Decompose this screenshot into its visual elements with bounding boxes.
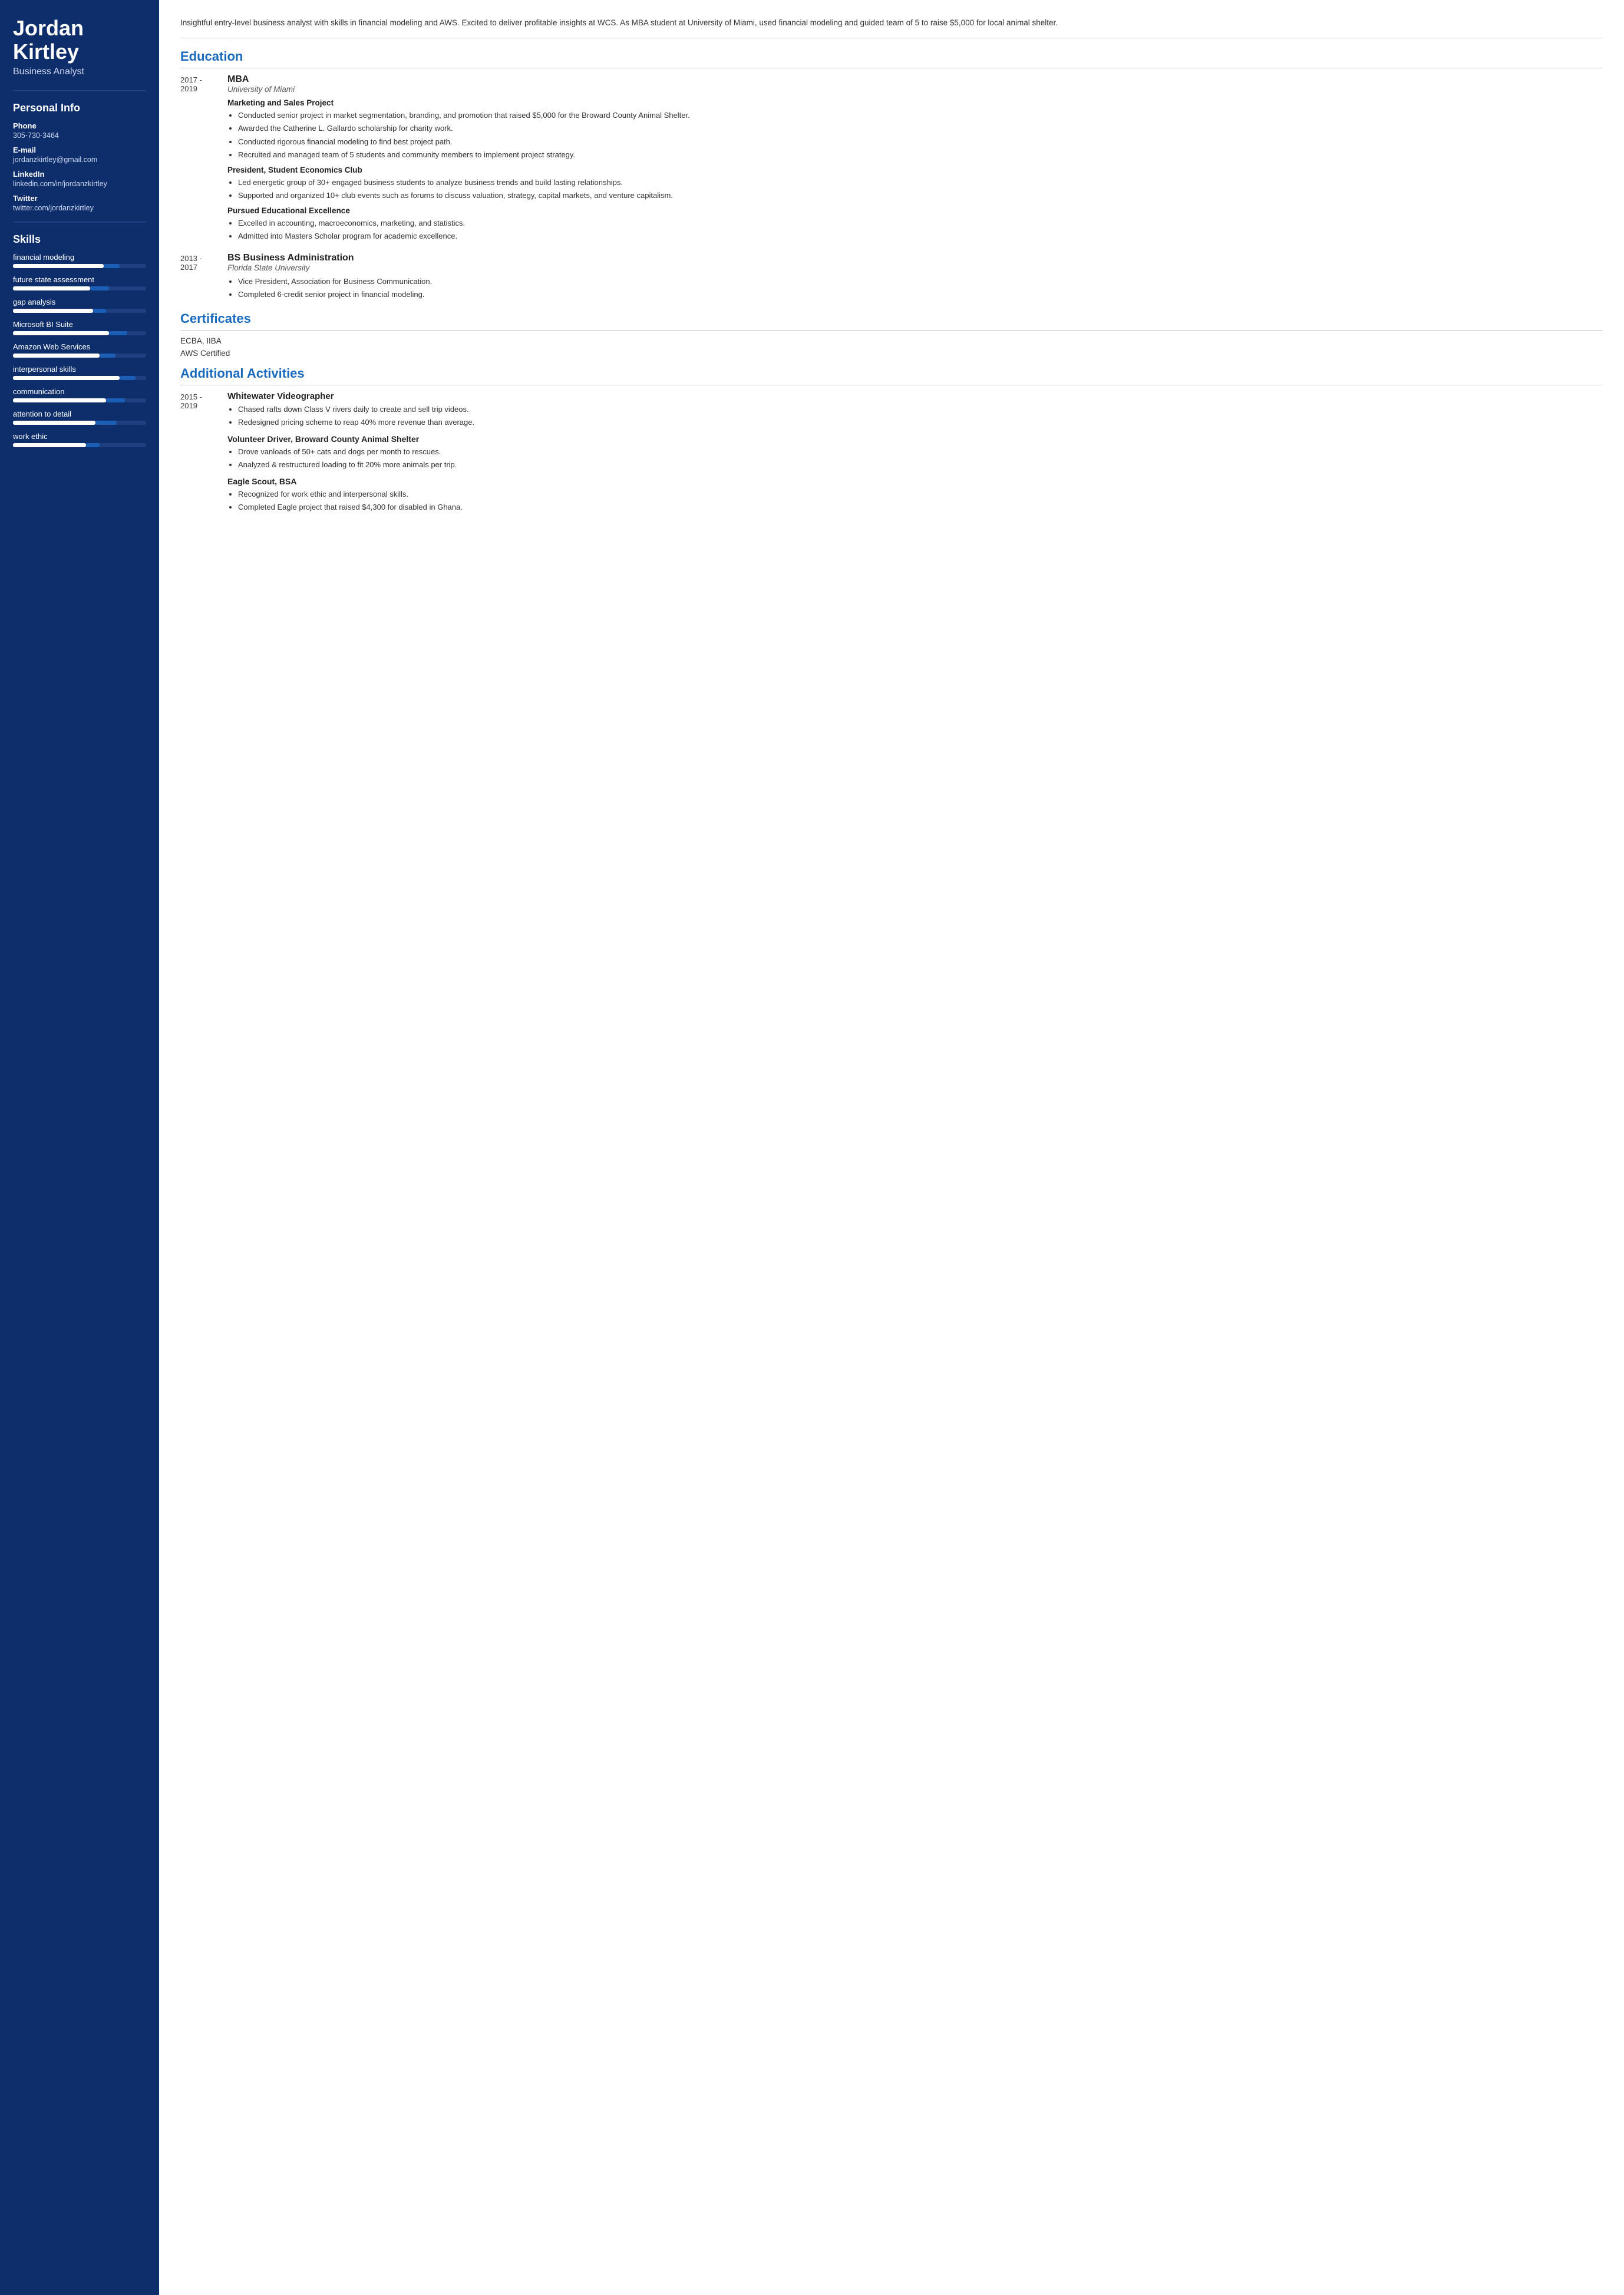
skill-bar — [13, 309, 146, 313]
skill-item: Amazon Web Services — [13, 342, 146, 358]
skill-item: financial modeling — [13, 253, 146, 268]
skill-item: Microsoft BI Suite — [13, 320, 146, 335]
candidate-name: Jordan Kirtley — [13, 16, 146, 63]
bullet-item: Analyzed & restructured loading to fit 2… — [238, 459, 1603, 471]
activity-subheading: Eagle Scout, BSA — [227, 477, 1603, 486]
bullet-item: Excelled in accounting, macroeconomics, … — [238, 217, 1603, 229]
skills-list: financial modeling future state assessme… — [13, 253, 146, 447]
education-entry: 2013 -2017 BS Business Administration Fl… — [180, 253, 1603, 303]
activity-bullets: Chased rafts down Class V rivers daily t… — [227, 404, 1603, 428]
email-value: jordanzkirtley@gmail.com — [13, 156, 146, 164]
bullet-item: Recruited and managed team of 5 students… — [238, 149, 1603, 161]
education-entry: 2017 -2019 MBA University of Miami Marke… — [180, 74, 1603, 245]
skill-item: interpersonal skills — [13, 365, 146, 380]
edu-bullets: Led energetic group of 30+ engaged busin… — [227, 177, 1603, 202]
activity-entry: 2015 -2019 Whitewater Videographer Chase… — [180, 391, 1603, 515]
activity-row: 2015 -2019 Whitewater Videographer Chase… — [180, 391, 1603, 515]
edu-years: 2017 -2019 — [180, 74, 227, 245]
skill-name: Microsoft BI Suite — [13, 320, 146, 329]
skill-name: future state assessment — [13, 275, 146, 284]
activities-list: 2015 -2019 Whitewater Videographer Chase… — [180, 391, 1603, 515]
certificate-entry: ECBA, IIBA — [180, 336, 1603, 345]
edu-degree: BS Business Administration — [227, 253, 1603, 263]
bullet-item: Vice President, Association for Business… — [238, 276, 1603, 288]
summary-text: Insightful entry-level business analyst … — [180, 16, 1603, 38]
edu-bullets: Vice President, Association for Business… — [227, 276, 1603, 301]
linkedin-value: linkedin.com/in/jordanzkirtley — [13, 180, 146, 188]
bullet-item: Drove vanloads of 50+ cats and dogs per … — [238, 446, 1603, 458]
certificate-entry: AWS Certified — [180, 349, 1603, 358]
activity-content: Whitewater Videographer Chased rafts dow… — [227, 391, 1603, 515]
edu-subheading: Pursued Educational Excellence — [227, 206, 1603, 215]
edu-content: MBA University of Miami Marketing and Sa… — [227, 74, 1603, 245]
skill-item: gap analysis — [13, 298, 146, 313]
bullet-item: Supported and organized 10+ club events … — [238, 190, 1603, 202]
skill-item: work ethic — [13, 432, 146, 447]
activity-title: Whitewater Videographer — [227, 391, 1603, 401]
skill-bar — [13, 398, 146, 402]
skill-bar — [13, 354, 146, 358]
bullet-item: Awarded the Catherine L. Gallardo schola… — [238, 123, 1603, 134]
activity-bullets: Recognized for work ethic and interperso… — [227, 488, 1603, 513]
edu-bullets: Excelled in accounting, macroeconomics, … — [227, 217, 1603, 242]
phone-value: 305-730-3464 — [13, 131, 146, 140]
activities-heading: Additional Activities — [180, 366, 1603, 385]
skill-item: future state assessment — [13, 275, 146, 290]
personal-info-heading: Personal Info — [13, 102, 146, 114]
linkedin-label: LinkedIn — [13, 170, 146, 179]
edu-school: Florida State University — [227, 263, 1603, 272]
edu-years: 2013 -2017 — [180, 253, 227, 303]
candidate-title: Business Analyst — [13, 67, 146, 77]
skill-bar — [13, 331, 146, 335]
skill-name: communication — [13, 387, 146, 396]
bullet-item: Chased rafts down Class V rivers daily t… — [238, 404, 1603, 415]
skill-bar — [13, 376, 146, 380]
bullet-item: Redesigned pricing scheme to reap 40% mo… — [238, 417, 1603, 428]
twitter-label: Twitter — [13, 194, 146, 203]
activity-years: 2015 -2019 — [180, 391, 227, 515]
skill-item: attention to detail — [13, 410, 146, 425]
edu-subheading: President, Student Economics Club — [227, 166, 1603, 174]
edu-bullets: Conducted senior project in market segme… — [227, 110, 1603, 161]
skill-name: gap analysis — [13, 298, 146, 306]
skill-name: Amazon Web Services — [13, 342, 146, 351]
skill-name: work ethic — [13, 432, 146, 441]
edu-school: University of Miami — [227, 85, 1603, 94]
skill-item: communication — [13, 387, 146, 402]
activity-subheading: Volunteer Driver, Broward County Animal … — [227, 434, 1603, 444]
phone-label: Phone — [13, 121, 146, 130]
bullet-item: Conducted rigorous financial modeling to… — [238, 136, 1603, 148]
education-list: 2017 -2019 MBA University of Miami Marke… — [180, 74, 1603, 303]
bullet-item: Led energetic group of 30+ engaged busin… — [238, 177, 1603, 189]
bullet-item: Recognized for work ethic and interperso… — [238, 488, 1603, 500]
bullet-item: Completed Eagle project that raised $4,3… — [238, 501, 1603, 513]
skill-name: interpersonal skills — [13, 365, 146, 374]
bullet-item: Completed 6-credit senior project in fin… — [238, 289, 1603, 301]
email-label: E-mail — [13, 146, 146, 154]
education-heading: Education — [180, 49, 1603, 68]
edu-content: BS Business Administration Florida State… — [227, 253, 1603, 303]
certificates-list: ECBA, IIBA AWS Certified — [180, 336, 1603, 358]
main-content: Insightful entry-level business analyst … — [159, 0, 1624, 2295]
certificates-heading: Certificates — [180, 311, 1603, 331]
skill-name: financial modeling — [13, 253, 146, 262]
bullet-item: Admitted into Masters Scholar program fo… — [238, 230, 1603, 242]
bullet-item: Conducted senior project in market segme… — [238, 110, 1603, 121]
skills-heading: Skills — [13, 233, 146, 246]
twitter-value: twitter.com/jordanzkirtley — [13, 204, 146, 212]
skill-bar — [13, 443, 146, 447]
activity-bullets: Drove vanloads of 50+ cats and dogs per … — [227, 446, 1603, 471]
sidebar: Jordan Kirtley Business Analyst Personal… — [0, 0, 159, 2295]
edu-subheading: Marketing and Sales Project — [227, 98, 1603, 107]
skill-bar — [13, 421, 146, 425]
edu-degree: MBA — [227, 74, 1603, 85]
skill-bar — [13, 264, 146, 268]
skill-bar — [13, 286, 146, 290]
skill-name: attention to detail — [13, 410, 146, 418]
